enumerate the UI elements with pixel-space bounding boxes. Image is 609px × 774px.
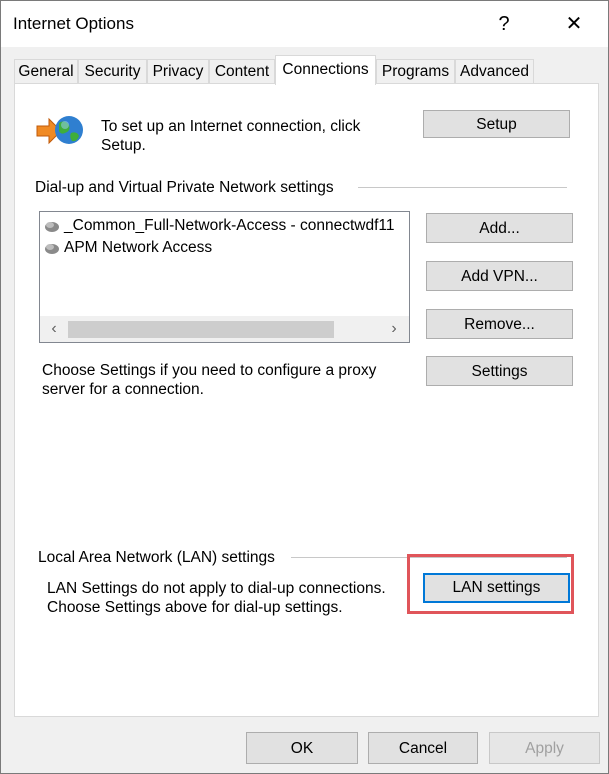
apply-button[interactable]: Apply xyxy=(489,732,600,764)
tab-advanced[interactable]: Advanced xyxy=(455,59,534,84)
connection-icon xyxy=(44,241,60,255)
help-button[interactable]: ? xyxy=(484,9,524,39)
tab-content[interactable]: Content xyxy=(209,59,275,84)
scroll-left-icon[interactable]: ‹ xyxy=(44,319,64,339)
remove-button[interactable]: Remove... xyxy=(426,309,573,339)
scrollbar-thumb[interactable] xyxy=(68,321,334,338)
dialup-heading: Dial-up and Virtual Private Network sett… xyxy=(35,179,334,196)
title-bar: Internet Options ? ✕ xyxy=(1,1,608,47)
lan-heading: Local Area Network (LAN) settings xyxy=(38,549,275,566)
add-vpn-button[interactable]: Add VPN... xyxy=(426,261,573,291)
list-item-label: _Common_Full-Network-Access - connectwdf… xyxy=(64,217,395,234)
lan-settings-button[interactable]: LAN settings xyxy=(423,573,570,603)
settings-description: Choose Settings if you need to configure… xyxy=(42,362,377,398)
internet-options-dialog: Internet Options ? ✕ General Security Pr… xyxy=(0,0,609,774)
list-item[interactable]: _Common_Full-Network-Access - connectwdf… xyxy=(44,216,395,236)
list-item-label: APM Network Access xyxy=(64,239,213,256)
ok-button[interactable]: OK xyxy=(246,732,358,764)
connections-listbox[interactable]: _Common_Full-Network-Access - connectwdf… xyxy=(39,211,410,343)
tab-security[interactable]: Security xyxy=(78,59,147,84)
tab-general[interactable]: General xyxy=(14,59,78,84)
close-button[interactable]: ✕ xyxy=(554,9,594,39)
globe-arrow-icon xyxy=(35,113,85,149)
tab-privacy[interactable]: Privacy xyxy=(147,59,209,84)
settings-button[interactable]: Settings xyxy=(426,356,573,386)
tab-programs[interactable]: Programs xyxy=(376,59,455,84)
tab-connections[interactable]: Connections xyxy=(275,55,376,85)
add-button[interactable]: Add... xyxy=(426,213,573,243)
list-item[interactable]: APM Network Access xyxy=(44,238,212,258)
lan-description-line2: Choose Settings above for dial-up settin… xyxy=(47,599,343,616)
setup-button[interactable]: Setup xyxy=(423,110,570,138)
scroll-right-icon[interactable]: › xyxy=(384,319,404,339)
window-title: Internet Options xyxy=(13,14,134,33)
setup-description: To set up an Internet connection, click … xyxy=(101,118,361,154)
horizontal-scrollbar[interactable]: ‹ › xyxy=(40,316,409,342)
dialup-divider xyxy=(358,187,567,188)
cancel-button[interactable]: Cancel xyxy=(368,732,478,764)
connection-icon xyxy=(44,219,60,233)
lan-description-line1: LAN Settings do not apply to dial-up con… xyxy=(47,580,386,597)
